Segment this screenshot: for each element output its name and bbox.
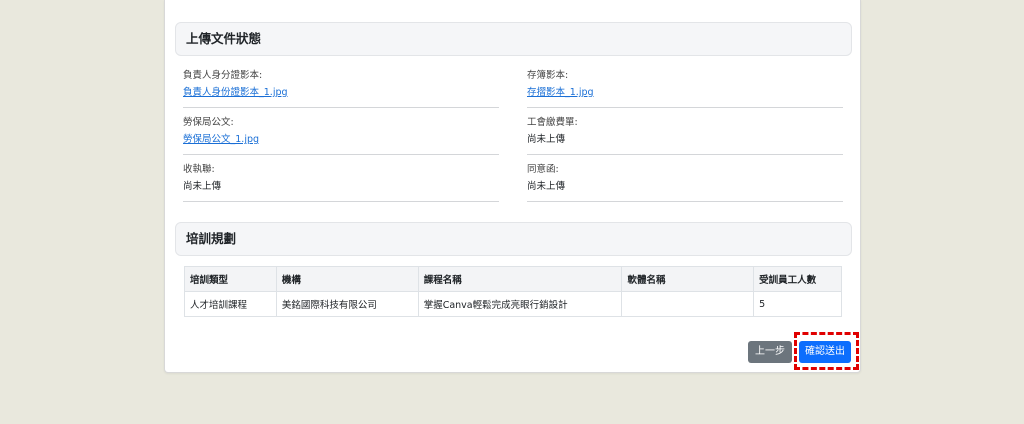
field-label: 勞保局公文: xyxy=(183,117,234,128)
receipt-status: 尚未上傳 xyxy=(183,181,222,192)
id-copy-file-link[interactable]: 負責人身份證影本_1.jpg xyxy=(183,84,288,98)
column-header-course-name: 課程名稱 xyxy=(417,266,623,292)
union-payment-status: 尚未上傳 xyxy=(527,134,566,145)
field-label: 同意函: xyxy=(527,164,559,175)
table-cell: 美銘國際科技有限公司 xyxy=(275,291,419,317)
field-label: 收執聯: xyxy=(183,164,215,175)
confirm-submit-button[interactable]: 確認送出 xyxy=(799,341,851,363)
table-cell xyxy=(621,291,755,317)
field-passbook-copy: 存簿影本: 存摺影本_1.jpg xyxy=(527,67,843,108)
field-union-payment: 工會繳費單: 尚未上傳 xyxy=(527,114,843,155)
form-card: 上傳文件狀態 負責人身分證影本: 負責人身份證影本_1.jpg 存簿影本: 存摺… xyxy=(164,0,861,373)
column-header-software-name: 軟體名稱 xyxy=(621,266,755,292)
upload-status-header: 上傳文件狀態 xyxy=(175,22,852,56)
column-header-institution: 機構 xyxy=(275,266,419,292)
training-plan-header: 培訓規劃 xyxy=(175,222,852,256)
field-label: 存簿影本: xyxy=(527,70,569,81)
labor-insurance-doc-file-link[interactable]: 勞保局公文_1.jpg xyxy=(183,131,259,145)
passbook-copy-file-link[interactable]: 存摺影本_1.jpg xyxy=(527,84,594,98)
table-cell: 5 xyxy=(753,291,842,317)
training-plan-table: 培訓類型 機構 課程名稱 軟體名稱 受訓員工人數 人才培訓課程 美銘國際科技有限… xyxy=(184,266,842,317)
table-header-row: 培訓類型 機構 課程名稱 軟體名稱 受訓員工人數 xyxy=(184,266,842,292)
column-header-training-type: 培訓類型 xyxy=(184,266,277,292)
field-label: 負責人身分證影本: xyxy=(183,70,263,81)
column-header-trainee-count: 受訓員工人數 xyxy=(753,266,842,292)
table-cell: 掌握Canva輕鬆完成亮眼行銷設計 xyxy=(417,291,623,317)
table-row: 人才培訓課程 美銘國際科技有限公司 掌握Canva輕鬆完成亮眼行銷設計 5 xyxy=(184,291,842,317)
field-receipt: 收執聯: 尚未上傳 xyxy=(183,161,499,202)
previous-step-button[interactable]: 上一步 xyxy=(748,341,792,363)
table-cell: 人才培訓課程 xyxy=(184,291,277,317)
consent-letter-status: 尚未上傳 xyxy=(527,181,566,192)
field-labor-insurance-doc: 勞保局公文: 勞保局公文_1.jpg xyxy=(183,114,499,155)
field-label: 工會繳費單: xyxy=(527,117,578,128)
field-consent-letter: 同意函: 尚未上傳 xyxy=(527,161,843,202)
field-id-copy: 負責人身分證影本: 負責人身份證影本_1.jpg xyxy=(183,67,499,108)
